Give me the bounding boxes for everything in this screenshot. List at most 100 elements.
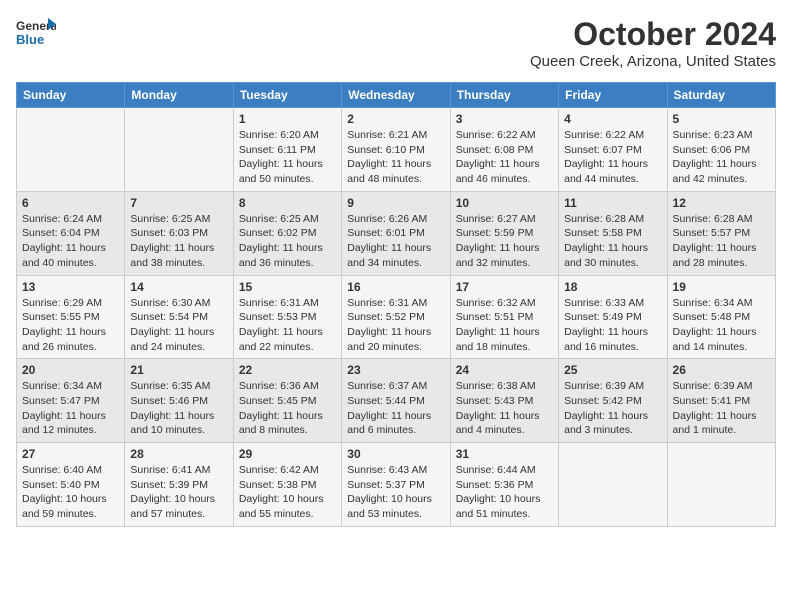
day-info-line: Sunrise: 6:42 AM — [239, 464, 319, 476]
day-number: 19 — [673, 280, 770, 294]
day-info-line: Daylight: 10 hours and 55 minutes. — [239, 493, 324, 520]
day-content: Sunrise: 6:33 AMSunset: 5:49 PMDaylight:… — [564, 296, 661, 355]
day-info-line: Sunset: 5:44 PM — [347, 395, 425, 407]
page-title: October 2024 — [530, 16, 776, 53]
day-info-line: Daylight: 11 hours and 3 minutes. — [564, 410, 648, 437]
table-row: 24 Sunrise: 6:38 AMSunset: 5:43 PMDayligh… — [450, 359, 558, 443]
day-info-line: Sunset: 5:38 PM — [239, 479, 317, 491]
calendar-header-row: Sunday Monday Tuesday Wednesday Thursday… — [17, 83, 776, 108]
table-row: 1Sunrise: 6:20 AMSunset: 6:11 PMDaylight… — [233, 108, 341, 192]
table-row: 10Sunrise: 6:27 AMSunset: 5:59 PMDayligh… — [450, 191, 558, 275]
table-row: 6Sunrise: 6:24 AMSunset: 6:04 PMDaylight… — [17, 191, 125, 275]
day-info-line: Sunrise: 6:24 AM — [22, 213, 102, 225]
table-row — [559, 443, 667, 527]
table-row: 30Sunrise: 6:43 AMSunset: 5:37 PMDayligh… — [342, 443, 450, 527]
day-number: 7 — [130, 196, 227, 210]
day-info-line: Sunrise: 6:34 AM — [673, 297, 753, 309]
day-info-line: Sunrise: 6:27 AM — [456, 213, 536, 225]
table-row: 23Sunrise: 6:37 AMSunset: 5:44 PMDayligh… — [342, 359, 450, 443]
day-content: Sunrise: 6:37 AMSunset: 5:44 PMDaylight:… — [347, 379, 444, 438]
table-row: 4Sunrise: 6:22 AMSunset: 6:07 PMDaylight… — [559, 108, 667, 192]
table-row — [17, 108, 125, 192]
day-info-line: Sunset: 5:52 PM — [347, 311, 425, 323]
day-content: Sunrise: 6:28 AM Sunset: 5:57 PM Daylight:… — [673, 212, 770, 271]
day-info-line: Sunset: 5:58 PM — [564, 227, 642, 239]
day-info-line: Sunrise: 6:28 AM — [673, 213, 753, 225]
day-info-line: Daylight: 11 hours and 22 minutes. — [239, 326, 323, 353]
day-info-line: Daylight: 11 hours and 12 minutes. — [22, 410, 106, 437]
day-info-line: Sunset: 5:43 PM — [456, 395, 534, 407]
day-info-line: Daylight: 11 hours and 38 minutes. — [130, 242, 214, 269]
day-info-line: Sunrise: 6:40 AM — [22, 464, 102, 476]
day-info-line: Sunset: 6:01 PM — [347, 227, 425, 239]
day-info-line: Sunrise: 6:44 AM — [456, 464, 536, 476]
day-content: Sunrise: 6:25 AMSunset: 6:02 PMDaylight:… — [239, 212, 336, 271]
day-info-line: Sunrise: 6:37 AM — [347, 380, 427, 392]
calendar-week-row: 1Sunrise: 6:20 AMSunset: 6:11 PMDaylight… — [17, 108, 776, 192]
day-info-line: Sunset: 5:48 PM — [673, 311, 751, 323]
table-row: 5Sunrise: 6:23 AMSunset: 6:06 PMDaylight… — [667, 108, 775, 192]
day-info-line: Sunrise: 6:32 AM — [456, 297, 536, 309]
header-monday: Monday — [125, 83, 233, 108]
day-info-line: Sunrise: 6:23 AM — [673, 129, 753, 141]
day-info-line: Sunset: 5:55 PM — [22, 311, 100, 323]
day-info-line: Sunset: 6:11 PM — [239, 144, 316, 156]
table-row: 13Sunrise: 6:29 AMSunset: 5:55 PMDayligh… — [17, 275, 125, 359]
table-row: 29 Sunrise: 6:42 AM Sunset: 5:38 PM Dayligh… — [233, 443, 341, 527]
day-info-line: Daylight: 11 hours and 46 minutes. — [456, 158, 540, 185]
table-row: 3Sunrise: 6:22 AMSunset: 6:08 PMDaylight… — [450, 108, 558, 192]
day-info-line: Daylight: 11 hours and 1 minute. — [673, 410, 757, 437]
table-row: 18Sunrise: 6:33 AMSunset: 5:49 PMDayligh… — [559, 275, 667, 359]
day-info-line: Daylight: 11 hours and 48 minutes. — [347, 158, 431, 185]
day-content: Sunrise: 6:43 AMSunset: 5:37 PMDaylight:… — [347, 463, 444, 522]
day-number: 10 — [456, 196, 553, 210]
day-info-line: Sunset: 5:53 PM — [239, 311, 317, 323]
table-row: 14Sunrise: 6:30 AMSunset: 5:54 PMDayligh… — [125, 275, 233, 359]
day-content: Sunrise: 6:36 AMSunset: 5:45 PMDaylight:… — [239, 379, 336, 438]
day-number: 4 — [564, 112, 661, 126]
day-info-line: Daylight: 11 hours and 30 minutes. — [564, 242, 648, 269]
day-number: 8 — [239, 196, 336, 210]
day-info-line: Sunset: 5:36 PM — [456, 479, 534, 491]
day-info-line: Daylight: 11 hours and 36 minutes. — [239, 242, 323, 269]
calendar-week-row: 27Sunrise: 6:40 AMSunset: 5:40 PMDayligh… — [17, 443, 776, 527]
day-info-line: Sunset: 6:03 PM — [130, 227, 208, 239]
day-content: Sunrise: 6:31 AM Sunset: 5:53 PM Daylight:… — [239, 296, 336, 355]
day-number: 22 — [239, 363, 336, 377]
day-info-line: Sunset: 5:47 PM — [22, 395, 100, 407]
day-info-line: Daylight: 11 hours and 28 minutes. — [673, 242, 757, 269]
day-info-line: Daylight: 11 hours and 14 minutes. — [673, 326, 757, 353]
day-number: 29 — [239, 447, 336, 461]
day-info-line: Sunrise: 6:22 AM — [456, 129, 536, 141]
table-row: 9Sunrise: 6:26 AMSunset: 6:01 PMDaylight… — [342, 191, 450, 275]
day-info-line: Sunrise: 6:39 AM — [564, 380, 644, 392]
table-row: 12 Sunrise: 6:28 AM Sunset: 5:57 PM Dayligh… — [667, 191, 775, 275]
table-row: 26Sunrise: 6:39 AMSunset: 5:41 PMDayligh… — [667, 359, 775, 443]
day-number: 12 — [673, 196, 770, 210]
day-info-line: Sunset: 6:04 PM — [22, 227, 100, 239]
day-info-line: Sunset: 5:57 PM — [673, 227, 751, 239]
day-info-line: Sunrise: 6:29 AM — [22, 297, 102, 309]
day-number: 28 — [130, 447, 227, 461]
day-info-line: Daylight: 11 hours and 44 minutes. — [564, 158, 648, 185]
day-info-line: Sunrise: 6:25 AM — [239, 213, 319, 225]
table-row: 19 Sunrise: 6:34 AM Sunset: 5:48 PM Dayligh… — [667, 275, 775, 359]
day-content: Sunrise: 6:39 AMSunset: 5:41 PMDaylight:… — [673, 379, 770, 438]
table-row: 16Sunrise: 6:31 AMSunset: 5:52 PMDayligh… — [342, 275, 450, 359]
day-content: Sunrise: 6:22 AMSunset: 6:08 PMDaylight:… — [456, 128, 553, 187]
day-info-line: Sunrise: 6:43 AM — [347, 464, 427, 476]
day-content: Sunrise: 6:38 AMSunset: 5:43 PMDaylight:… — [456, 379, 553, 438]
day-info-line: Sunset: 5:59 PM — [456, 227, 534, 239]
header-thursday: Thursday — [450, 83, 558, 108]
day-info-line: Daylight: 11 hours and 34 minutes. — [347, 242, 431, 269]
day-info-line: Daylight: 11 hours and 18 minutes. — [456, 326, 540, 353]
table-row: 7Sunrise: 6:25 AMSunset: 6:03 PMDaylight… — [125, 191, 233, 275]
day-info-line: Daylight: 11 hours and 26 minutes. — [22, 326, 106, 353]
day-info-line: Sunrise: 6:31 AM — [239, 297, 319, 309]
table-row — [667, 443, 775, 527]
header-wednesday: Wednesday — [342, 83, 450, 108]
day-number: 24 — [456, 363, 553, 377]
page-header: General Blue October 2024 Queen Creek, A… — [16, 16, 776, 70]
day-info-line: Daylight: 11 hours and 16 minutes. — [564, 326, 648, 353]
day-content: Sunrise: 6:34 AMSunset: 5:47 PMDaylight:… — [22, 379, 119, 438]
